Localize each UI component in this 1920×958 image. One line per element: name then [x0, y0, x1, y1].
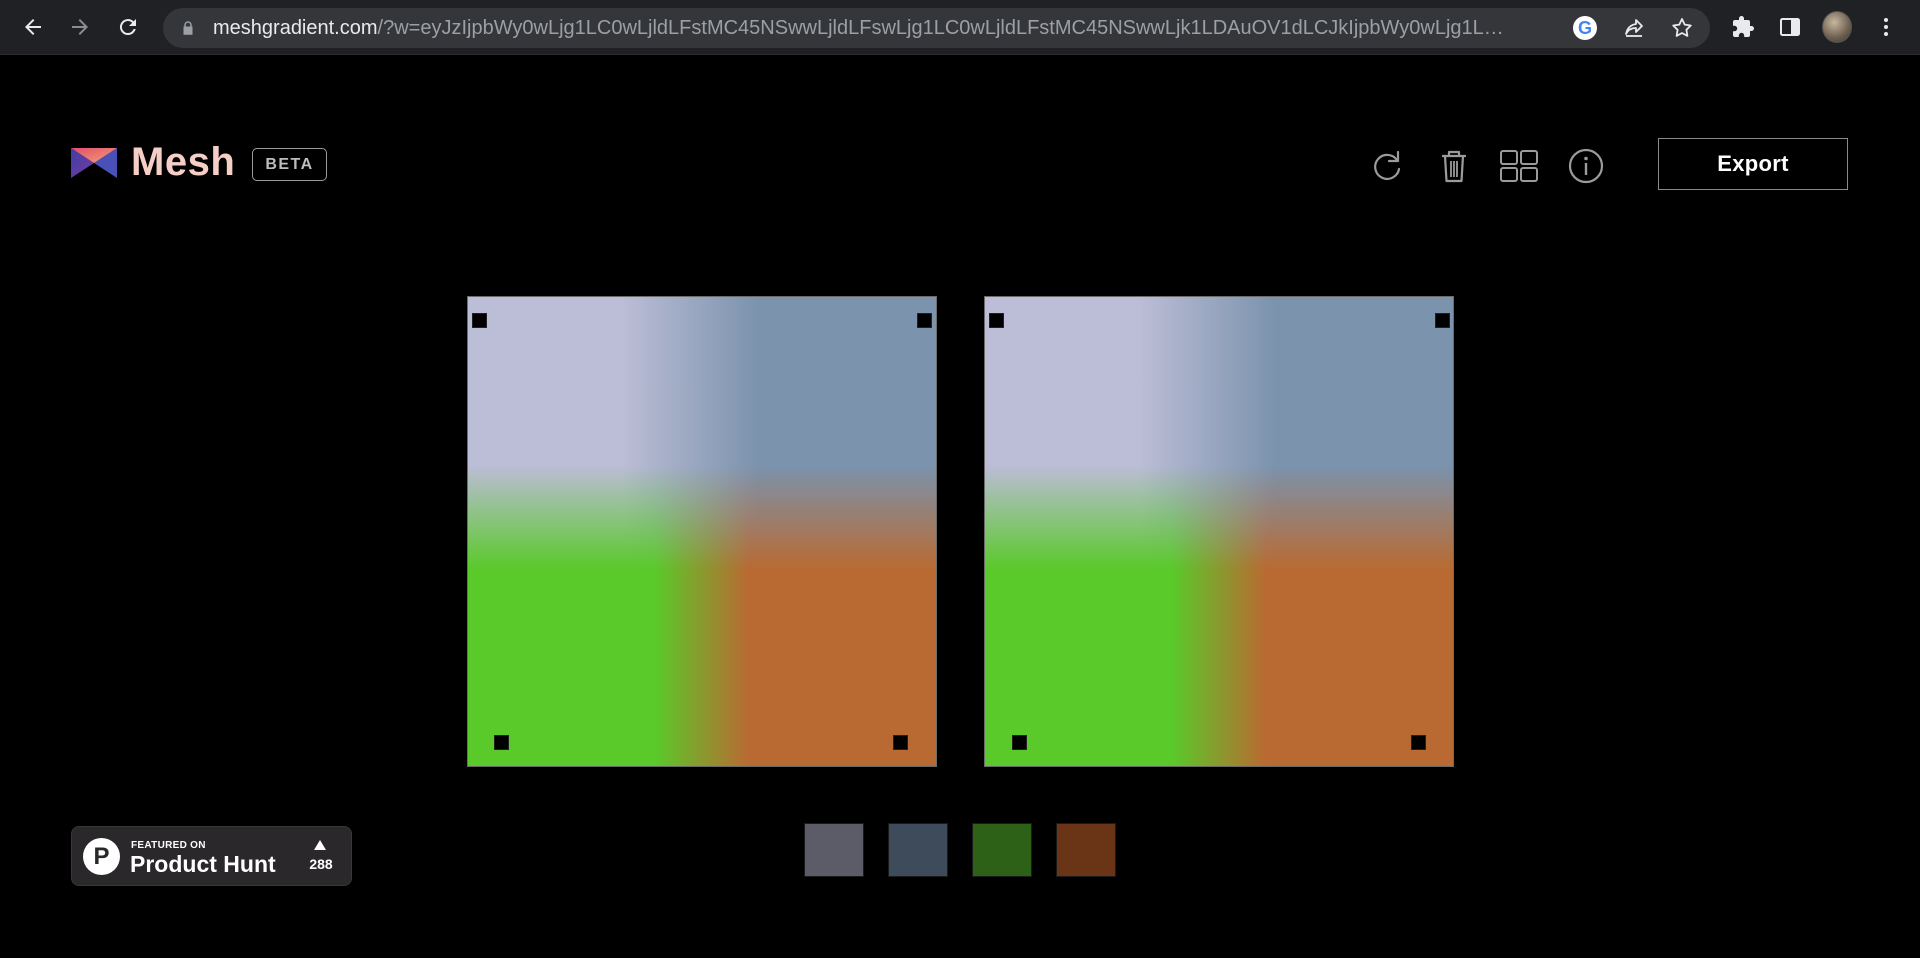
browser-toolbar: meshgradient.com/?w=eyJzIjpbWy0wLjg1LC0w…: [0, 0, 1920, 55]
control-point-bottom-right[interactable]: [893, 735, 908, 750]
side-panel-icon[interactable]: [1775, 12, 1805, 42]
mesh-logo-icon: [71, 148, 117, 178]
app-title: Mesh: [131, 140, 236, 184]
mesh-preview-canvas[interactable]: [984, 296, 1454, 767]
lock-icon: [183, 21, 193, 35]
export-button[interactable]: Export: [1658, 138, 1848, 190]
extensions-puzzle-icon[interactable]: [1728, 12, 1758, 42]
grid-icon[interactable]: [1498, 145, 1540, 187]
more-menu-icon[interactable]: [1871, 12, 1901, 42]
color-swatch-1[interactable]: [804, 823, 864, 877]
control-point-top-right[interactable]: [917, 313, 932, 328]
featured-on-label: FEATURED ON: [131, 840, 206, 851]
info-icon[interactable]: [1565, 145, 1607, 187]
product-hunt-badge[interactable]: P FEATURED ON Product Hunt 288: [71, 826, 352, 886]
control-point-bottom-left[interactable]: [494, 735, 509, 750]
upvote-count: 288: [309, 856, 333, 872]
product-hunt-name: Product Hunt: [130, 851, 276, 877]
refresh-icon[interactable]: [1366, 145, 1408, 187]
color-swatch-3[interactable]: [972, 823, 1032, 877]
product-hunt-logo-icon: P: [83, 838, 120, 875]
url-text[interactable]: meshgradient.com/?w=eyJzIjpbWy0wLjg1LC0w…: [213, 8, 1513, 48]
profile-avatar[interactable]: [1822, 11, 1852, 43]
trash-icon[interactable]: [1433, 145, 1475, 187]
color-swatch-2[interactable]: [888, 823, 948, 877]
google-lens-icon[interactable]: G: [1573, 16, 1597, 40]
control-point-bottom-right[interactable]: [1411, 735, 1426, 750]
control-point-top-left[interactable]: [472, 313, 487, 328]
bookmark-star-icon[interactable]: [1670, 16, 1694, 40]
beta-badge: BETA: [252, 148, 327, 181]
address-bar[interactable]: meshgradient.com/?w=eyJzIjpbWy0wLjg1LC0w…: [163, 8, 1710, 48]
reload-icon[interactable]: [110, 9, 146, 45]
control-point-bottom-left[interactable]: [1012, 735, 1027, 750]
back-icon[interactable]: [15, 9, 51, 45]
upvote-arrow-icon: [314, 840, 326, 850]
control-point-top-left[interactable]: [989, 313, 1004, 328]
share-icon[interactable]: [1622, 16, 1646, 40]
mesh-editor-canvas[interactable]: [467, 296, 937, 767]
forward-icon[interactable]: [62, 9, 98, 45]
control-point-top-right[interactable]: [1435, 313, 1450, 328]
color-swatch-4[interactable]: [1056, 823, 1116, 877]
